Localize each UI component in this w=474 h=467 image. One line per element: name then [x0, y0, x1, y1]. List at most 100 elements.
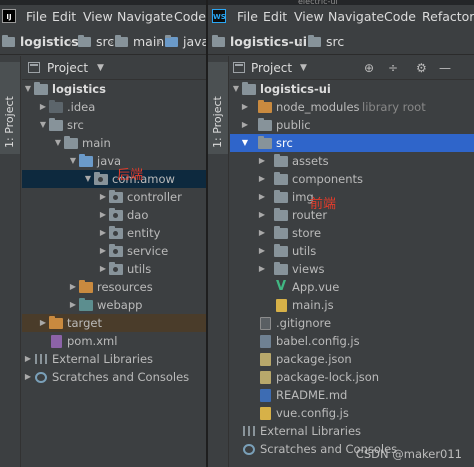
tree-item-package-root[interactable]: ▼ com.amow	[22, 170, 206, 188]
chevron-right-icon[interactable]: ▶	[38, 314, 48, 332]
chevron-right-icon[interactable]: ▶	[23, 350, 33, 368]
tree-item-store[interactable]: ▶ store	[230, 224, 474, 242]
menu-edit[interactable]: Edit	[52, 5, 76, 29]
tree-item-package-lock-json[interactable]: package-lock.json	[230, 368, 474, 386]
menu-file[interactable]: File	[26, 5, 47, 29]
tree-item-idea[interactable]: ▶ .idea	[22, 98, 206, 116]
breadcrumb-logistics-ui[interactable]: logistics-ui	[212, 29, 307, 54]
collapse-all-icon[interactable]: ÷	[388, 56, 398, 80]
breadcrumb-src[interactable]: src	[308, 29, 344, 54]
tree-item-logistics[interactable]: ▼ logistics	[22, 80, 206, 98]
tree-item-components[interactable]: ▶ components	[230, 170, 474, 188]
tree-item-main-js[interactable]: main.js	[230, 296, 474, 314]
chevron-right-icon[interactable]: ▶	[68, 278, 78, 296]
chevron-right-icon[interactable]: ▶	[98, 260, 108, 278]
tree-item-package-json[interactable]: package.json	[230, 350, 474, 368]
chevron-down-icon[interactable]: ▼	[231, 80, 241, 98]
menu-view[interactable]: View	[294, 5, 324, 29]
tree-item-external-libraries[interactable]: ▶ External Libraries	[22, 350, 206, 368]
chevron-right-icon[interactable]: ▶	[240, 98, 250, 116]
gear-icon[interactable]: ⚙	[416, 56, 427, 80]
tree-item-logistics-ui[interactable]: ▼ logistics-ui	[230, 80, 474, 98]
tree-item-utils[interactable]: ▶ utils	[22, 260, 206, 278]
folder-icon	[49, 118, 63, 131]
project-view-icon	[28, 62, 40, 73]
tree-item-target[interactable]: ▶ target	[22, 314, 206, 332]
tree-item-main[interactable]: ▼ main	[22, 134, 206, 152]
tree-item-babel-config[interactable]: babel.config.js	[230, 332, 474, 350]
project-tool-tab[interactable]: 1: Project	[0, 62, 20, 154]
project-view-selector[interactable]: Project	[251, 56, 292, 80]
resources-folder-icon	[79, 280, 93, 293]
chevron-down-icon[interactable]: ▼	[240, 134, 250, 152]
chevron-right-icon[interactable]: ▶	[98, 206, 108, 224]
chevron-right-icon[interactable]: ▶	[257, 224, 267, 242]
tree-item-gitignore[interactable]: .gitignore	[230, 314, 474, 332]
chevron-down-icon[interactable]: ▼	[38, 116, 48, 134]
tree-item-img[interactable]: ▶ img	[230, 188, 474, 206]
menu-view[interactable]: View	[83, 5, 113, 29]
tree-item-router[interactable]: ▶ router	[230, 206, 474, 224]
tree-item-app-vue[interactable]: V App.vue	[230, 278, 474, 296]
chevron-right-icon[interactable]: ▶	[38, 98, 48, 116]
hide-icon[interactable]: —	[439, 56, 451, 80]
chevron-down-icon[interactable]: ▼	[300, 56, 307, 80]
chevron-down-icon[interactable]: ▼	[68, 152, 78, 170]
webstorm-window: electric-ui WS File Edit View Navigate C…	[208, 0, 474, 467]
breadcrumb-java[interactable]: java	[165, 29, 206, 54]
tree-item-src[interactable]: ▼ src	[22, 116, 206, 134]
webstorm-logo-icon: WS	[212, 9, 226, 23]
menu-navigate[interactable]: Navigate	[328, 5, 384, 29]
menu-file[interactable]: File	[237, 5, 258, 29]
menu-refactor[interactable]: Refactor	[422, 5, 474, 29]
menu-code[interactable]: Code	[384, 5, 416, 29]
locate-icon[interactable]: ⊕	[364, 56, 374, 80]
folder-icon	[274, 208, 288, 221]
tree-item-scratches[interactable]: ▶ Scratches and Consoles	[22, 368, 206, 386]
tree-item-webapp[interactable]: ▶ webapp	[22, 296, 206, 314]
tree-item-service[interactable]: ▶ service	[22, 242, 206, 260]
project-view-selector[interactable]: Project	[47, 56, 88, 80]
tree-item-public[interactable]: ▶ public	[230, 116, 474, 134]
chevron-down-icon[interactable]: ▼	[97, 56, 104, 80]
menu-edit[interactable]: Edit	[263, 5, 287, 29]
chevron-right-icon[interactable]: ▶	[98, 224, 108, 242]
excluded-folder-icon	[49, 316, 63, 329]
menu-navigate[interactable]: Navigate	[117, 5, 173, 29]
tree-item-pom-xml[interactable]: pom.xml	[22, 332, 206, 350]
chevron-right-icon[interactable]: ▶	[23, 368, 33, 386]
chevron-right-icon: ›	[109, 35, 114, 49]
tree-item-dao[interactable]: ▶ dao	[22, 206, 206, 224]
tree-item-external-libraries[interactable]: External Libraries	[230, 422, 474, 440]
chevron-right-icon[interactable]: ▶	[257, 260, 267, 278]
chevron-right-icon[interactable]: ▶	[257, 242, 267, 260]
folder-icon	[242, 82, 256, 95]
tree-item-node-modules[interactable]: ▶ node_modules library root	[230, 98, 474, 116]
chevron-down-icon[interactable]: ▼	[53, 134, 63, 152]
chevron-right-icon[interactable]: ▶	[240, 116, 250, 134]
chevron-right-icon[interactable]: ▶	[257, 152, 267, 170]
folder-icon	[274, 226, 288, 239]
menu-code[interactable]: Code	[174, 5, 206, 29]
chevron-right-icon[interactable]: ▶	[98, 188, 108, 206]
breadcrumb: logistics-ui › src	[208, 29, 474, 55]
chevron-right-icon[interactable]: ▶	[257, 206, 267, 224]
tree-item-utils[interactable]: ▶ utils	[230, 242, 474, 260]
tree-item-views[interactable]: ▶ views	[230, 260, 474, 278]
tree-item-src[interactable]: ▼ src	[230, 134, 474, 152]
tree-item-controller[interactable]: ▶ controller	[22, 188, 206, 206]
chevron-right-icon[interactable]: ▶	[257, 188, 267, 206]
tree-item-resources[interactable]: ▶ resources	[22, 278, 206, 296]
tree-item-entity[interactable]: ▶ entity	[22, 224, 206, 242]
project-tool-tab[interactable]: 1: Project	[208, 62, 228, 154]
chevron-down-icon[interactable]: ▼	[23, 80, 33, 98]
tree-item-java[interactable]: ▼ java	[22, 152, 206, 170]
tree-item-readme[interactable]: README.md	[230, 386, 474, 404]
chevron-right-icon[interactable]: ▶	[257, 170, 267, 188]
tree-item-assets[interactable]: ▶ assets	[230, 152, 474, 170]
chevron-right-icon[interactable]: ▶	[68, 296, 78, 314]
chevron-right-icon[interactable]: ▶	[98, 242, 108, 260]
library-folder-icon	[258, 100, 272, 113]
tree-item-vue-config[interactable]: vue.config.js	[230, 404, 474, 422]
chevron-down-icon[interactable]: ▼	[83, 170, 93, 188]
